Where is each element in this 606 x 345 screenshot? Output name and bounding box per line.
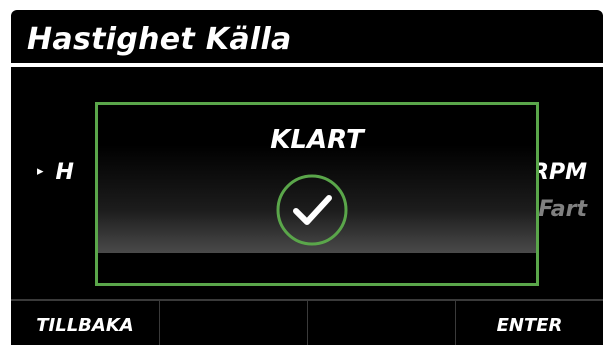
title-divider <box>11 63 603 67</box>
softkey-2[interactable] <box>159 301 307 345</box>
enter-button[interactable]: ENTER <box>455 301 603 345</box>
page-title: Hastighet Källa <box>27 22 292 57</box>
confirmation-dialog: KLART <box>95 102 539 286</box>
device-screen: Hastighet Källa ▸ H RPM Fart KLART TILLBA… <box>11 10 603 345</box>
selection-arrow-icon: ▸ <box>37 164 44 179</box>
list-item-label: H <box>55 160 74 185</box>
checkmark-circle-icon <box>276 174 348 246</box>
dialog-title: KLART <box>270 125 364 155</box>
value-rpm: RPM <box>532 160 587 185</box>
value-fart: Fart <box>538 197 587 222</box>
back-button[interactable]: TILLBAKA <box>11 301 159 345</box>
list-item-selected[interactable]: ▸ H <box>37 160 74 185</box>
softkey-bar: TILLBAKA ENTER <box>11 299 603 345</box>
softkey-3[interactable] <box>307 301 455 345</box>
